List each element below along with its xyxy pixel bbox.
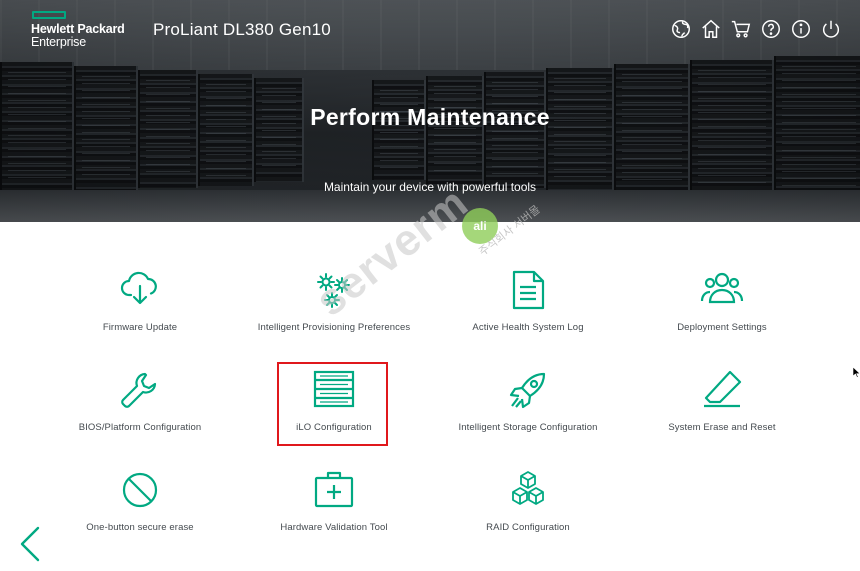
tile-intelligent-provisioning-preferences[interactable]: Intelligent Provisioning Preferences bbox=[244, 268, 424, 338]
tile-label: Intelligent Storage Configuration bbox=[458, 422, 598, 433]
home-icon[interactable] bbox=[700, 18, 722, 40]
tile-intelligent-storage-configuration[interactable]: Intelligent Storage Configuration bbox=[438, 368, 618, 438]
server-rack-icon bbox=[313, 370, 355, 408]
tile-deployment-settings[interactable]: Deployment Settings bbox=[632, 268, 812, 338]
page-title: Perform Maintenance bbox=[310, 104, 550, 130]
hpe-logo: Hewlett Packard Enterprise bbox=[31, 23, 151, 49]
tile-label: One-button secure erase bbox=[86, 522, 194, 533]
cart-icon[interactable] bbox=[730, 18, 752, 40]
top-bar: Hewlett Packard Enterprise ProLiant DL38… bbox=[0, 0, 860, 60]
hpe-logo-mark bbox=[32, 11, 66, 19]
cloud-download-icon bbox=[120, 271, 157, 305]
tile-ilo-configuration[interactable]: iLO Configuration bbox=[244, 368, 424, 438]
product-title: ProLiant DL380 Gen10 bbox=[153, 20, 331, 39]
help-icon[interactable] bbox=[760, 18, 782, 40]
page-subtitle: Maintain your device with powerful tools bbox=[323, 180, 537, 194]
tile-system-erase-and-reset[interactable]: System Erase and Reset bbox=[632, 368, 812, 438]
tile-label: Intelligent Provisioning Preferences bbox=[257, 322, 411, 333]
wrench-icon bbox=[121, 372, 157, 408]
tile-one-button-secure-erase[interactable]: One-button secure erase bbox=[50, 468, 230, 538]
tile-active-health-system-log[interactable]: Active Health System Log bbox=[438, 268, 618, 338]
hero-banner: Hewlett Packard Enterprise ProLiant DL38… bbox=[0, 0, 860, 222]
tile-label: iLO Configuration bbox=[296, 422, 372, 433]
back-button[interactable] bbox=[16, 524, 44, 564]
power-icon[interactable] bbox=[820, 18, 842, 40]
rocket-icon bbox=[509, 372, 546, 409]
document-icon bbox=[512, 270, 545, 310]
gears-icon bbox=[317, 273, 350, 308]
header-toolbar bbox=[670, 18, 842, 40]
tile-label: BIOS/Platform Configuration bbox=[78, 422, 202, 433]
globe-icon[interactable] bbox=[670, 18, 692, 40]
first-aid-icon bbox=[314, 471, 354, 508]
tile-label: System Erase and Reset bbox=[668, 422, 776, 433]
tile-hardware-validation-tool[interactable]: Hardware Validation Tool bbox=[244, 468, 424, 538]
tile-label: Deployment Settings bbox=[677, 322, 767, 333]
tile-label: Hardware Validation Tool bbox=[280, 522, 388, 533]
tile-label: Active Health System Log bbox=[472, 322, 584, 333]
tile-bios-platform-configuration[interactable]: BIOS/Platform Configuration bbox=[50, 368, 230, 438]
chevron-left-icon bbox=[20, 526, 40, 562]
tile-label: Firmware Update bbox=[102, 322, 178, 333]
tile-firmware-update[interactable]: Firmware Update bbox=[50, 268, 230, 338]
brand-line-2: Enterprise bbox=[31, 35, 86, 49]
mouse-cursor-icon bbox=[852, 366, 860, 378]
users-icon bbox=[700, 272, 744, 304]
tile-raid-configuration[interactable]: RAID Configuration bbox=[438, 468, 618, 538]
eraser-icon bbox=[704, 370, 742, 408]
info-icon[interactable] bbox=[790, 18, 812, 40]
cubes-icon bbox=[512, 471, 544, 505]
tile-label: RAID Configuration bbox=[486, 522, 570, 533]
prohibited-icon bbox=[122, 472, 158, 508]
